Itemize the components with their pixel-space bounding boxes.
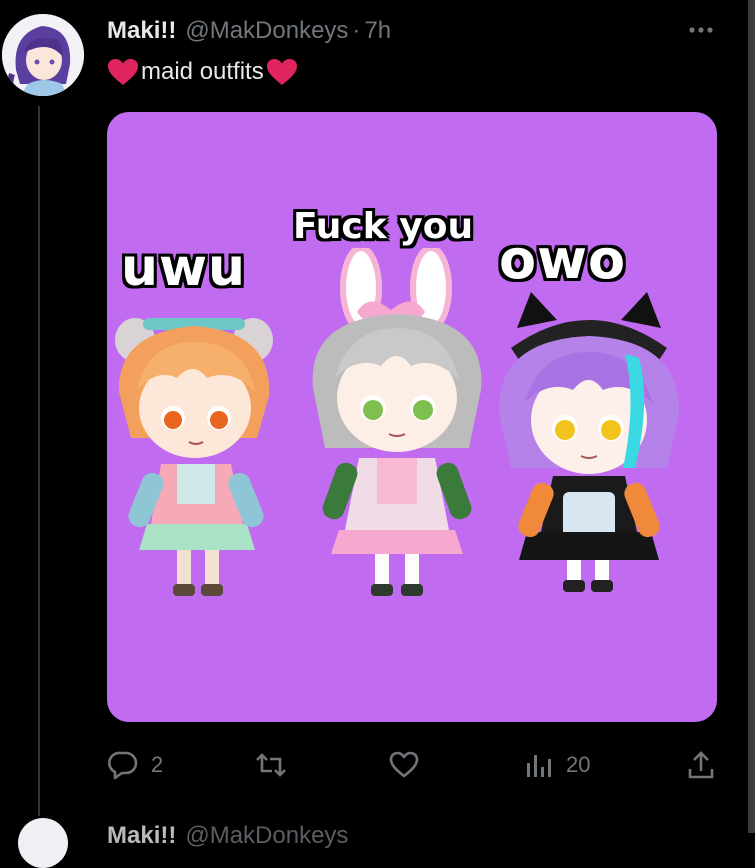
character-left bbox=[107, 312, 287, 612]
views-button[interactable]: 20 bbox=[524, 740, 590, 790]
views-count: 20 bbox=[566, 752, 591, 777]
author-handle[interactable]: @MakDonkeys bbox=[185, 17, 348, 45]
timestamp[interactable]: 7h bbox=[364, 17, 391, 45]
share-button[interactable] bbox=[686, 740, 716, 790]
red-heart-icon bbox=[266, 58, 298, 86]
red-heart-icon bbox=[107, 58, 139, 86]
like-button[interactable] bbox=[388, 740, 432, 790]
next-tweet-header: Maki!! @MakDonkeys bbox=[107, 822, 348, 849]
tweet-text-content: maid outfits bbox=[141, 58, 264, 85]
more-icon[interactable] bbox=[684, 18, 718, 42]
next-author-name[interactable]: Maki!! bbox=[107, 822, 176, 849]
thread-line bbox=[38, 106, 40, 816]
meme-label-uwu: uwu bbox=[121, 238, 247, 298]
avatar[interactable] bbox=[2, 14, 84, 96]
tweet-text: maid outfits bbox=[107, 56, 298, 88]
next-tweet-avatar[interactable] bbox=[18, 818, 68, 868]
share-icon bbox=[686, 749, 716, 781]
reply-button[interactable]: 2 bbox=[107, 740, 163, 790]
scrollbar[interactable] bbox=[748, 0, 755, 833]
separator: · bbox=[352, 17, 361, 44]
views-icon bbox=[524, 749, 554, 781]
tweet-header: Maki!! @MakDonkeys · 7h bbox=[107, 16, 391, 46]
like-icon bbox=[388, 749, 420, 781]
author-name[interactable]: Maki!! bbox=[107, 17, 176, 45]
next-author-handle[interactable]: @MakDonkeys bbox=[185, 822, 348, 849]
retweet-icon bbox=[254, 749, 288, 781]
character-right bbox=[491, 292, 687, 598]
meme-label-owo: owo bbox=[499, 228, 627, 291]
tweet-image[interactable]: uwu Fuck you owo bbox=[107, 112, 717, 722]
reply-icon bbox=[107, 749, 139, 781]
retweet-button[interactable] bbox=[254, 740, 300, 790]
reply-count: 2 bbox=[151, 752, 164, 777]
meme-label-center: Fuck you bbox=[293, 206, 474, 247]
character-center bbox=[299, 248, 495, 604]
tweet-actions: 2 20 bbox=[0, 740, 755, 790]
